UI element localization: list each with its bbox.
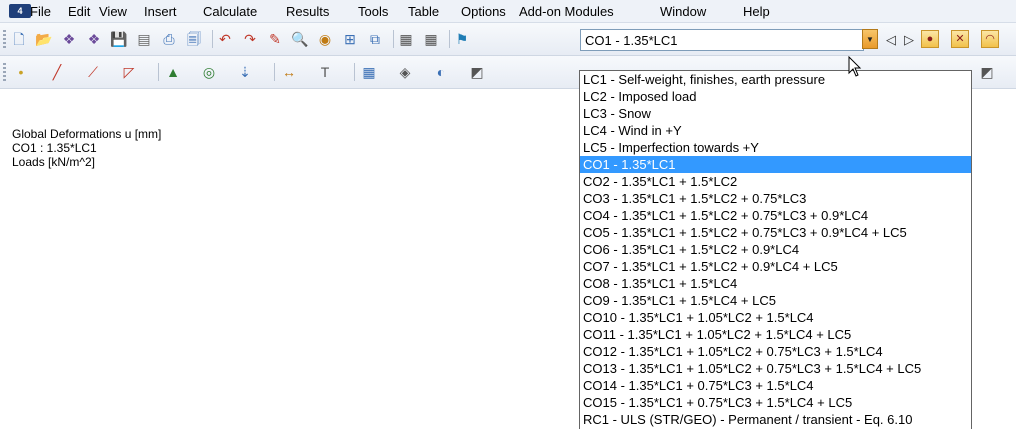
results-deform-icon[interactable]: ◠	[981, 30, 999, 48]
dropdown-option[interactable]: CO11 - 1.35*LC1 + 1.05*LC2 + 1.5*LC4 + L…	[580, 326, 971, 343]
dropdown-option[interactable]: CO10 - 1.35*LC1 + 1.05*LC2 + 1.5*LC4	[580, 309, 971, 326]
menu-table[interactable]: Table	[408, 4, 439, 19]
menu-results[interactable]: Results	[286, 4, 329, 19]
dimension-icon[interactable]: ↔	[280, 63, 298, 81]
dropdown-option[interactable]: CO6 - 1.35*LC1 + 1.5*LC2 + 0.9*LC4	[580, 241, 971, 258]
table-icon[interactable]: ▦	[397, 30, 415, 48]
edit-node-icon[interactable]: ✎	[266, 30, 284, 48]
load-case-combo[interactable]: CO1 - 1.35*LC1	[580, 29, 864, 51]
toolbar-separator	[393, 30, 394, 48]
toolbar-separator	[212, 30, 213, 48]
dropdown-option[interactable]: CO2 - 1.35*LC1 + 1.5*LC2	[580, 173, 971, 190]
menu-edit[interactable]: Edit	[68, 4, 90, 19]
view3d-right-icon[interactable]: ◩	[978, 63, 996, 81]
render-icon[interactable]: ◉	[316, 30, 334, 48]
dropdown-option[interactable]: CO4 - 1.35*LC1 + 1.5*LC2 + 0.75*LC3 + 0.…	[580, 207, 971, 224]
open-template-icon[interactable]: ❖	[60, 30, 78, 48]
menu-add-on-modules[interactable]: Add-on Modules	[519, 4, 614, 19]
load-case-icon[interactable]: ⚑	[453, 30, 471, 48]
next-load-case-icon[interactable]: ▷	[904, 32, 914, 48]
dropdown-option[interactable]: CO15 - 1.35*LC1 + 0.75*LC3 + 1.5*LC4 + L…	[580, 394, 971, 411]
open-template2-icon[interactable]: ❖	[85, 30, 103, 48]
load-case-dropdown-list[interactable]: LC1 - Self-weight, finishes, earth press…	[579, 70, 972, 429]
node-icon[interactable]: •	[12, 63, 30, 81]
surface-icon[interactable]: ◸	[120, 63, 138, 81]
dropdown-option[interactable]: LC5 - Imperfection towards +Y	[580, 139, 971, 156]
menu-window[interactable]: Window	[660, 4, 706, 19]
menu-tools[interactable]: Tools	[358, 4, 388, 19]
dropdown-option[interactable]: CO12 - 1.35*LC1 + 1.05*LC2 + 0.75*LC3 + …	[580, 343, 971, 360]
display-icon[interactable]: ◐	[432, 63, 450, 81]
print-report-icon[interactable]: 🗐	[185, 30, 203, 48]
loads-label: Loads [kN/m^2]	[12, 155, 95, 169]
toolbar-separator	[354, 63, 355, 81]
dropdown-option[interactable]: LC4 - Wind in +Y	[580, 122, 971, 139]
results-values-icon[interactable]: ✕	[951, 30, 969, 48]
dropdown-option[interactable]: LC3 - Snow	[580, 105, 971, 122]
print-preview-icon[interactable]: ⎙	[160, 30, 178, 48]
save-icon[interactable]: 💾	[110, 30, 128, 48]
support-icon[interactable]: ▲	[164, 63, 182, 81]
combination-label: CO1 : 1.35*LC1	[12, 141, 97, 155]
open-folder-icon[interactable]: 📂	[35, 30, 53, 48]
view-icon[interactable]: ⧉	[366, 30, 384, 48]
view3d-icon[interactable]: ◩	[468, 63, 486, 81]
dropdown-option[interactable]: CO14 - 1.35*LC1 + 0.75*LC3 + 1.5*LC4	[580, 377, 971, 394]
mouse-cursor-icon	[848, 56, 862, 77]
hinge-icon[interactable]: ◎	[200, 63, 218, 81]
select-icon[interactable]: ◈	[396, 63, 414, 81]
new-file-icon[interactable]: 🗋	[10, 30, 28, 48]
dropdown-option[interactable]: CO9 - 1.35*LC1 + 1.5*LC4 + LC5	[580, 292, 971, 309]
dropdown-option[interactable]: CO8 - 1.35*LC1 + 1.5*LC4	[580, 275, 971, 292]
table2-icon[interactable]: ▦	[422, 30, 440, 48]
menu-options[interactable]: Options	[461, 4, 506, 19]
menu-insert[interactable]: Insert	[144, 4, 177, 19]
redo-icon[interactable]: ↷	[241, 30, 259, 48]
toolbar-separator	[449, 30, 450, 48]
app-logo-icon[interactable]: 4	[9, 4, 31, 18]
load-icon[interactable]: ⇣	[236, 63, 254, 81]
dropdown-option[interactable]: LC1 - Self-weight, finishes, earth press…	[580, 71, 971, 88]
previous-load-case-icon[interactable]: ◁	[886, 32, 896, 48]
results-icon[interactable]: ●	[921, 30, 939, 48]
dropdown-option[interactable]: CO3 - 1.35*LC1 + 1.5*LC2 + 0.75*LC3	[580, 190, 971, 207]
toolbar-separator	[274, 63, 275, 81]
results-info: Global Deformations u [mm] CO1 : 1.35*LC…	[12, 127, 161, 169]
zoom-icon[interactable]: 🔍	[291, 30, 309, 48]
dropdown-option[interactable]: LC2 - Imposed load	[580, 88, 971, 105]
print-icon[interactable]: ▤	[135, 30, 153, 48]
menu-file[interactable]: File	[30, 4, 51, 19]
toolbar-grip[interactable]	[3, 30, 6, 48]
member-icon[interactable]: ⟋	[84, 63, 102, 81]
text-icon[interactable]: T	[316, 63, 334, 81]
dropdown-option[interactable]: RC1 - ULS (STR/GEO) - Permanent / transi…	[580, 411, 971, 428]
dropdown-option-selected[interactable]: CO1 - 1.35*LC1	[580, 156, 971, 173]
insert-icon[interactable]: ⊞	[341, 30, 359, 48]
deformation-label: Global Deformations u [mm]	[12, 127, 162, 141]
dropdown-option[interactable]: CO5 - 1.35*LC1 + 1.5*LC2 + 0.75*LC3 + 0.…	[580, 224, 971, 241]
dropdown-option[interactable]: CO13 - 1.35*LC1 + 1.05*LC2 + 0.75*LC3 + …	[580, 360, 971, 377]
combo-dropdown-arrow-icon[interactable]: ▼	[862, 29, 878, 49]
load-case-combo-value: CO1 - 1.35*LC1	[585, 33, 678, 48]
grid-icon[interactable]: ▦	[360, 63, 378, 81]
undo-icon[interactable]: ↶	[216, 30, 234, 48]
menu-bar: 4 File Edit View Insert Calculate Results Tool…	[0, 0, 1016, 23]
dropdown-option[interactable]: CO7 - 1.35*LC1 + 1.5*LC2 + 0.9*LC4 + LC5	[580, 258, 971, 275]
menu-help[interactable]: Help	[743, 4, 770, 19]
menu-view[interactable]: View	[99, 4, 127, 19]
toolbar-grip[interactable]	[3, 63, 6, 81]
toolbar-separator	[158, 63, 159, 81]
line-icon[interactable]: ╱	[48, 63, 66, 81]
menu-calculate[interactable]: Calculate	[203, 4, 257, 19]
